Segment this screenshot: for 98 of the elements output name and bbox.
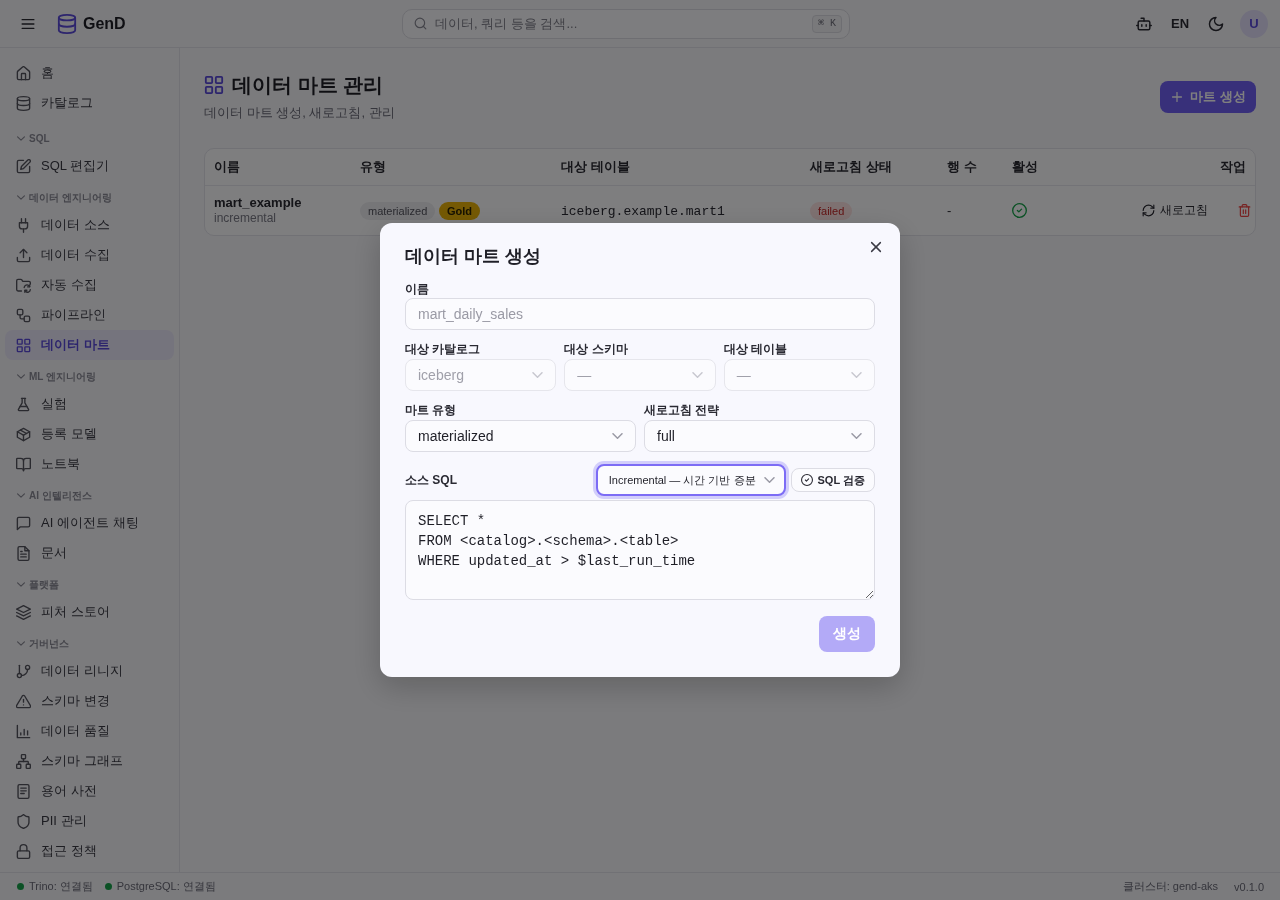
create-mart-button[interactable]: 마트 생성 [1160,80,1256,113]
chevron-down-icon [612,433,623,439]
column-header: 작업 [1220,159,1246,174]
home-icon [16,65,31,81]
sidebar-item[interactable]: 파이프라인 [5,300,174,330]
sidebar-item[interactable]: 데이터 품질 [5,716,174,746]
folder-sync-icon [16,277,31,293]
sidebar-item[interactable]: 데이터 마트 [5,330,174,360]
status-badge: failed [810,201,853,220]
type-badge: materialized [360,201,436,220]
sql-editor[interactable]: SELECT * FROM <catalog>.<schema>.<table> WHERE updated_at > $last_run_time [405,500,875,600]
dropdown-field[interactable]: materialized [405,420,636,452]
chevron-down-icon [763,477,775,483]
sidebar-item[interactable]: 스키마 그래프 [5,746,174,776]
grid-icon [204,75,224,95]
sidebar-item[interactable]: 데이터 소스 [5,210,174,240]
sidebar-item[interactable]: 카탈로그 [5,88,174,118]
field-label: 대상 테이블 [723,342,787,356]
trash-icon [1237,204,1251,217]
lock-icon [16,843,31,859]
hierarchy-icon [16,753,31,769]
chevron-down-icon [851,433,862,439]
user-avatar[interactable]: U [1240,9,1268,38]
flask-icon [16,396,31,412]
column-header: 이름 [214,159,240,174]
close-button[interactable] [868,239,884,255]
sidebar-item[interactable]: 용어 사전 [5,776,174,806]
refresh-button[interactable]: 새로고침 [1140,198,1210,223]
plug-icon [16,217,31,233]
sidebar-item[interactable]: AI 에이전트 채팅 [5,508,174,538]
warning-icon [16,693,31,709]
field-label: 이름 [405,282,429,296]
field-label: 대상 스키마 [564,342,628,356]
bot-icon [1136,15,1152,32]
sidebar-item[interactable]: 접근 정책 [5,836,174,866]
field-label: 새로고침 전략 [644,403,720,417]
sidebar-item[interactable]: 등록 모델 [5,419,174,449]
target-table: iceberg.example.mart1 [561,203,725,219]
check-circle-icon [800,474,813,486]
language-button[interactable]: EN [1164,7,1196,40]
sidebar-item[interactable]: 실험 [5,389,174,419]
workflow-icon [16,307,31,323]
sidebar-item[interactable]: PII 관리 [5,806,174,836]
connection-status: Trino: 연결됨 [29,879,93,894]
column-header: 대상 테이블 [561,159,630,174]
row-count: - [947,203,952,218]
moon-icon [1208,15,1224,32]
plus-icon [1170,89,1185,104]
sidebar-item[interactable]: 문서 [5,538,174,568]
notebook-icon [16,783,31,799]
database-icon [16,95,31,111]
sidebar-item[interactable]: 피처 스토어 [5,597,174,627]
column-header: 유형 [360,159,386,174]
dialog-title: 데이터 마트 생성 [405,245,541,268]
tier-badge: Gold [438,201,480,220]
column-header: 행 수 [947,159,977,174]
chat-icon [16,515,31,531]
search-icon [414,16,427,30]
sidebar-item[interactable]: 노트북 [5,449,174,479]
close-icon [868,239,884,255]
branch-icon [16,663,31,679]
chevron-down-icon [851,372,862,378]
mart-strategy: incremental [214,211,277,226]
database-icon [57,13,77,34]
sidebar-item[interactable]: SQL 편집기 [5,151,174,181]
app-version: v0.1.0 [1234,880,1264,893]
dropdown-field[interactable]: full [644,420,875,452]
mart-name: mart_example [214,195,302,211]
edit-icon [16,158,31,174]
column-header: 새로고침 상태 [810,159,892,174]
sidebar-item[interactable]: 데이터 리니지 [5,656,174,686]
chevron-down-icon [532,372,544,378]
column-header: 활성 [1012,159,1038,174]
validate-sql-button[interactable]: SQL 검증 [790,468,875,492]
field-label: 마트 유형 [405,403,457,417]
upload-icon [16,247,31,263]
layers-icon [16,604,31,620]
book-icon [16,456,31,472]
refresh-icon [1142,204,1155,217]
connection-status: PostgreSQL: 연결됨 [116,879,216,894]
field-label: 소스 SQL [405,473,457,487]
template-dropdown[interactable]: Incremental — 시간 기반 증분 [595,464,786,496]
sidebar-item[interactable]: 데이터 수집 [5,240,174,270]
page-title: 데이터 마트 관리 [232,73,384,98]
name-input[interactable]: mart_daily_sales [405,298,875,330]
bar-chart-icon [16,723,31,739]
field-label: 대상 카탈로그 [405,342,481,356]
sidebar-item[interactable]: 홈 [5,58,174,88]
sidebar-item[interactable]: 스키마 변경 [5,686,174,716]
document-icon [16,545,31,561]
brand-link[interactable]: GenD [57,13,126,34]
cluster-name: 클러스터: gend-aks [1122,879,1219,894]
chevron-down-icon [691,372,703,378]
cube-icon [16,426,31,442]
shield-icon [16,813,31,829]
grid-icon [16,337,31,353]
page-subtitle: 데이터 마트 생성, 새로고침, 관리 [204,105,395,121]
sidebar-item[interactable]: 자동 수집 [5,270,174,300]
